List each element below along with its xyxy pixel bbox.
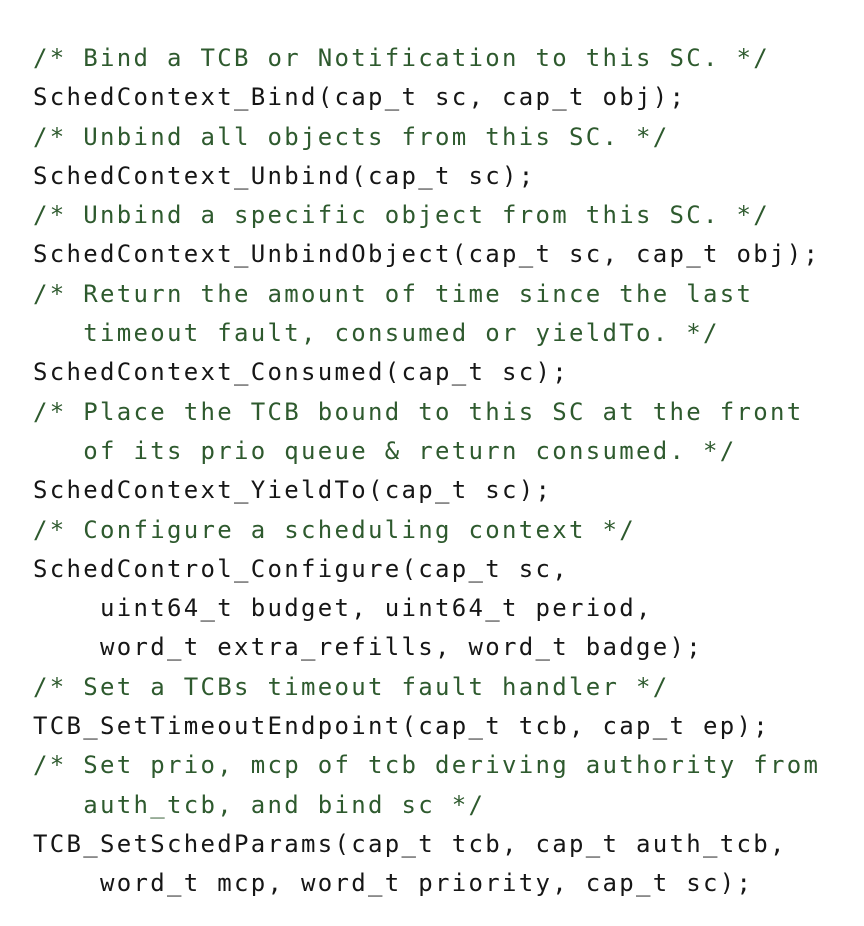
code-comment-line: /* Unbind all objects from this SC. */ xyxy=(33,122,670,151)
code-comment-line: /* Set prio, mcp of tcb deriving authori… xyxy=(33,751,821,780)
code-statement-line: SchedContext_UnbindObject(cap_t sc, cap_… xyxy=(33,240,821,269)
code-statement-line: TCB_SetTimeoutEndpoint(cap_t tcb, cap_t … xyxy=(33,712,770,741)
code-comment-line: timeout fault, consumed or yieldTo. */ xyxy=(33,319,720,348)
code-comment-line: /* Unbind a specific object from this SC… xyxy=(33,201,770,230)
code-comment-line: /* Bind a TCB or Notification to this SC… xyxy=(33,44,770,72)
code-listing: /* Bind a TCB or Notification to this SC… xyxy=(33,39,820,904)
code-comment-line: /* Place the TCB bound to this SC at the… xyxy=(33,397,804,426)
code-statement-line: word_t mcp, word_t priority, cap_t sc); xyxy=(33,869,754,898)
code-comment-line: auth_tcb, and bind sc */ xyxy=(33,790,486,819)
code-comment-line: /* Configure a scheduling context */ xyxy=(33,515,636,544)
code-statement-line: SchedContext_Unbind(cap_t sc); xyxy=(33,161,536,190)
code-statement-line: SchedContext_Bind(cap_t sc, cap_t obj); xyxy=(33,83,687,112)
code-statement-line: SchedContext_YieldTo(cap_t sc); xyxy=(33,476,553,505)
code-statement-line: word_t extra_refills, word_t badge); xyxy=(33,633,703,662)
code-statement-line: uint64_t budget, uint64_t period, xyxy=(33,594,653,623)
code-statement-line: TCB_SetSchedParams(cap_t tcb, cap_t auth… xyxy=(33,829,787,858)
code-comment-line: /* Return the amount of time since the l… xyxy=(33,279,754,308)
code-comment-line: of its prio queue & return consumed. */ xyxy=(33,436,737,465)
code-comment-line: /* Set a TCBs timeout fault handler */ xyxy=(33,672,670,701)
code-statement-line: SchedControl_Configure(cap_t sc, xyxy=(33,554,569,583)
code-statement-line: SchedContext_Consumed(cap_t sc); xyxy=(33,358,569,387)
